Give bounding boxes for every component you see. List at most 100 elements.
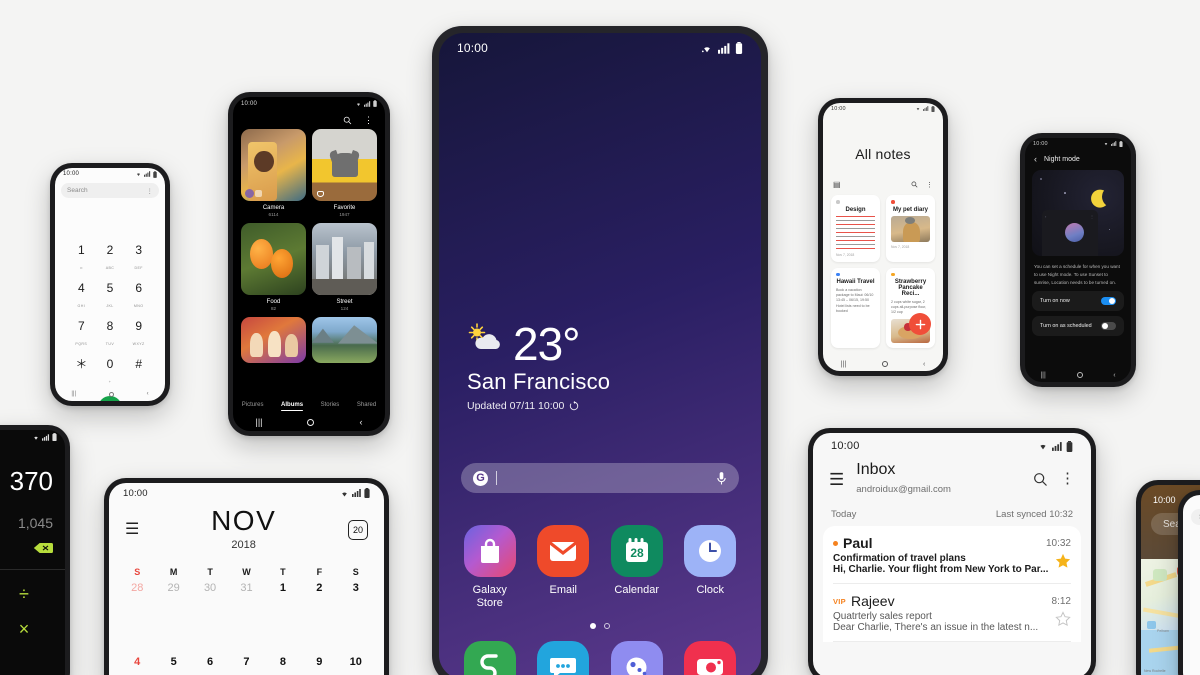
gallery-album-item[interactable]: Favorite 1947 — [312, 129, 377, 217]
back-nav-icon[interactable]: ‹ — [359, 417, 362, 427]
system-navigation-bar[interactable]: ||| ‹ — [1025, 368, 1131, 382]
clock-icon[interactable] — [684, 525, 737, 577]
gallery-tabs[interactable]: Pictures Albums Stories Shared — [233, 402, 385, 412]
gallery-phone[interactable]: 10:00 ⋮ Camera 6114 Favorite 1947 Food 8… — [228, 92, 390, 436]
search-icon[interactable] — [1033, 472, 1048, 487]
calendar-today-badge[interactable]: 20 — [348, 520, 368, 540]
calendar-week-row[interactable]: 4 5 6 7 8 9 10 — [119, 656, 374, 668]
note-card[interactable]: My pet diary Nov 7, 2018 — [886, 195, 935, 262]
calculator-multiply-button[interactable]: × — [0, 605, 65, 640]
keypad-key[interactable]: 5 JKL — [96, 282, 125, 312]
list-view-icon[interactable]: ▤ — [833, 180, 841, 189]
back-nav-icon[interactable]: ‹ — [1113, 372, 1115, 379]
keypad-key[interactable]: # — [124, 358, 153, 388]
secondary-search-phone[interactable]: Search 1 ∞ 4 GHI — [1178, 490, 1200, 675]
keypad-key[interactable]: 2 ABC — [96, 244, 125, 274]
gallery-tab-stories[interactable]: Stories — [321, 402, 340, 412]
app-clock[interactable]: Clock — [680, 525, 740, 609]
calendar-week-row[interactable]: 28 29 30 31 1 2 3 — [119, 582, 374, 594]
night-toggle-row[interactable]: Turn on now — [1032, 291, 1124, 312]
calendar-day-cell[interactable]: 1 — [265, 582, 301, 594]
gallery-album-item[interactable] — [241, 317, 306, 363]
calendar-day-cell[interactable]: 29 — [155, 582, 191, 594]
calendar-month-grid[interactable]: S M T W T F S 28 29 30 31 1 2 3 4 5 6 7 … — [109, 567, 384, 668]
keypad-key[interactable]: 1 ∞ — [67, 244, 96, 274]
turn-on-scheduled-switch[interactable] — [1101, 322, 1116, 331]
dialer-keypad[interactable]: 1 ∞ 2 ABC 3 DEF 4 GHI 5 JKL 6 MNO 7 PQRS 8 TUV 9… — [67, 244, 153, 388]
note-card[interactable]: Design Nov 7, 2018 — [831, 195, 880, 262]
turn-on-now-switch[interactable] — [1101, 297, 1116, 306]
gallery-tab-albums[interactable]: Albums — [281, 402, 303, 412]
app-dock[interactable]: Galaxy Store Email 28 Calendar Clock — [439, 525, 761, 675]
app-row-1[interactable]: Galaxy Store Email 28 Calendar Clock — [439, 525, 761, 609]
galaxy-store-icon[interactable] — [463, 525, 516, 577]
search-input[interactable] — [496, 471, 666, 485]
recents-nav-icon[interactable]: ||| — [841, 361, 846, 368]
night-toggle-row[interactable]: Turn on as scheduled — [1032, 316, 1124, 337]
home-nav-icon[interactable] — [881, 361, 888, 367]
keypad-key[interactable]: 0 + — [96, 358, 125, 388]
calendar-day-cell[interactable]: 6 — [192, 656, 228, 668]
gallery-album-item[interactable] — [312, 317, 377, 363]
calendar-28-icon[interactable]: 28 — [610, 525, 663, 577]
calendar-day-cell[interactable]: 5 — [155, 656, 191, 668]
back-nav-icon[interactable]: ‹ — [923, 361, 925, 368]
gallery-tab-shared[interactable]: Shared — [357, 402, 376, 412]
calendar-day-cell[interactable]: 30 — [192, 582, 228, 594]
app-phone[interactable] — [460, 641, 520, 675]
email-inbox-phone[interactable]: 10:00 ☰ Inbox androidux@gmail.com ⋮ Toda… — [808, 428, 1096, 675]
keypad-key[interactable]: 1 ∞ — [1183, 565, 1200, 595]
keypad-key[interactable]: 6 MNO — [124, 282, 153, 312]
home-nav-icon[interactable] — [307, 418, 315, 426]
notes-phone[interactable]: 10:00 All notes ▤ ⋮ Design Nov 7, 2018 M… — [818, 98, 948, 376]
keypad-key[interactable]: 3 DEF — [124, 244, 153, 274]
gallery-tab-pictures[interactable]: Pictures — [242, 402, 264, 412]
home-page-indicator[interactable] — [439, 623, 761, 630]
hamburger-icon[interactable]: ☰ — [125, 522, 139, 538]
gallery-album-item[interactable]: Camera 6114 — [241, 129, 306, 217]
google-search-bar[interactable]: G — [461, 463, 739, 493]
page-dot[interactable] — [604, 623, 610, 630]
app-internet[interactable] — [607, 641, 667, 675]
home-nav-icon[interactable] — [108, 391, 114, 397]
dialer-search-input[interactable]: Search ⋮ — [61, 183, 159, 198]
weather-widget[interactable]: 23° San Francisco Updated 07/11 10:00 — [467, 321, 610, 412]
search-icon[interactable] — [343, 116, 352, 125]
keypad-key[interactable]: 4 GHI — [1183, 605, 1200, 635]
dialer-phone[interactable]: 10:00 Search ⋮ 1 ∞ 2 ABC 3 DEF 4 GHI 5 JKL 6M… — [50, 163, 170, 406]
calculator-backspace-button[interactable] — [0, 531, 65, 559]
chevron-left-icon[interactable]: ‹ — [1034, 154, 1037, 164]
secondary-keypad[interactable]: 1 ∞ 4 GHI — [1183, 565, 1200, 635]
keypad-key[interactable]: ＊ — [67, 358, 96, 388]
app-camera[interactable] — [680, 641, 740, 675]
phone-icon[interactable] — [463, 641, 516, 675]
system-navigation-bar[interactable]: ||| ‹ — [55, 387, 165, 401]
calendar-day-cell[interactable]: 8 — [265, 656, 301, 668]
calendar-day-cell[interactable]: 3 — [338, 582, 374, 594]
app-galaxy-store[interactable]: Galaxy Store — [460, 525, 520, 609]
secondary-search-input[interactable]: Search — [1191, 509, 1200, 525]
search-icon[interactable] — [911, 181, 918, 188]
page-dot-active[interactable] — [590, 623, 596, 630]
gallery-album-item[interactable]: Food 82 — [241, 223, 306, 311]
home-screen-phone[interactable]: 10:00 23° San Francisco Updated 07/11 10… — [432, 26, 768, 675]
camera-icon[interactable] — [684, 641, 737, 675]
app-row-2[interactable] — [439, 641, 761, 675]
system-navigation-bar[interactable]: ||| ‹ — [823, 357, 943, 371]
more-vertical-icon[interactable]: ⋮ — [147, 187, 154, 195]
star-filled-icon[interactable] — [1055, 553, 1071, 569]
keypad-key[interactable]: 7 PQRS — [67, 320, 96, 350]
note-card[interactable]: Strawberry Pancake Reci... 2 cups white … — [886, 267, 935, 348]
calculator-phone[interactable]: 370 1,045 ÷ × — [0, 425, 70, 675]
notes-toolbar[interactable]: ▤ ⋮ — [823, 162, 943, 195]
calendar-day-cell[interactable]: 28 — [119, 582, 155, 594]
more-vertical-icon[interactable]: ⋮ — [364, 116, 373, 125]
app-email[interactable]: Email — [533, 525, 593, 609]
calendar-day-cell[interactable]: 9 — [301, 656, 337, 668]
email-list-item[interactable]: Paul 10:32 Confirmation of travel plans … — [833, 526, 1071, 585]
gallery-album-item[interactable]: Street 124 — [312, 223, 377, 311]
recents-nav-icon[interactable]: ||| — [71, 391, 76, 397]
app-calendar[interactable]: 28 Calendar — [607, 525, 667, 609]
email-icon[interactable] — [537, 525, 590, 577]
refresh-icon[interactable] — [569, 400, 579, 411]
